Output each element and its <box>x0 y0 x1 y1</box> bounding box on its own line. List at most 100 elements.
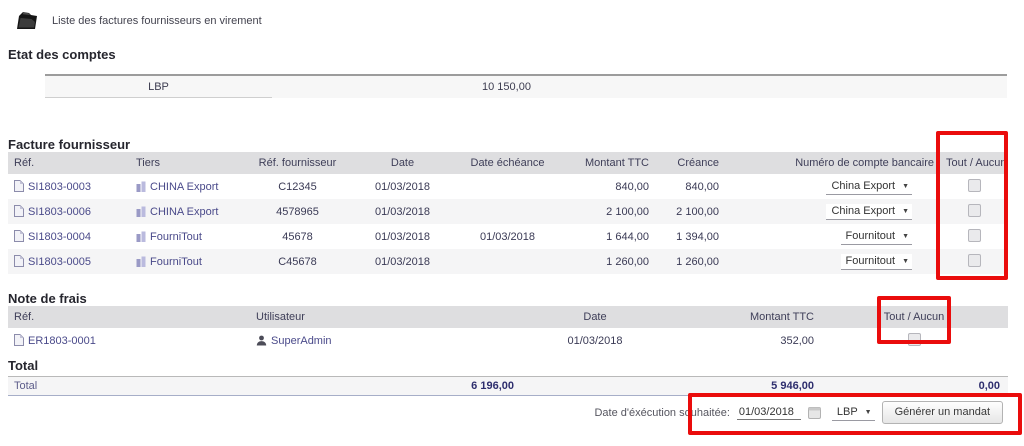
date-echeance-cell <box>460 174 555 199</box>
col-utilisateur: Utilisateur <box>250 306 500 328</box>
thirdparty-link[interactable]: FourniTout <box>150 256 202 268</box>
dropdown-arrow-icon: ▼ <box>902 257 909 265</box>
date-echeance-cell <box>460 249 555 274</box>
invoice-icon <box>14 230 24 242</box>
total-montant-ttc: 6 196,00 <box>100 376 520 396</box>
invoice-row: SI1803-0004 FourniTout 45678 01/03/2018 … <box>8 224 1008 249</box>
date-cell: 01/03/2018 <box>374 230 431 243</box>
col-tout-aucun[interactable]: Tout / Aucun <box>820 306 1008 328</box>
dropdown-arrow-icon: ▼ <box>902 182 909 190</box>
bank-account-select[interactable]: Fournitout ▼ <box>840 253 912 270</box>
col-montant-ttc: Montant TTC <box>690 306 820 328</box>
supplier-invoices-header-row: Réf. Tiers Réf. fournisseur Date Date éc… <box>8 152 1008 174</box>
montant-ttc-cell: 2 100,00 <box>555 199 655 224</box>
thirdparty-link[interactable]: CHINA Export <box>150 206 218 218</box>
ref-fournisseur-cell: C12345 <box>278 180 317 193</box>
company-icon <box>136 206 146 217</box>
creance-cell: 1 260,00 <box>655 249 725 274</box>
account-balance: 10 150,00 <box>272 75 1007 98</box>
account-label: LBP <box>45 75 272 98</box>
total-label: Total <box>8 376 100 396</box>
col-date-echeance: Date échéance <box>460 152 555 174</box>
company-icon <box>136 256 146 267</box>
account-select[interactable]: LBP ▼ <box>831 404 875 421</box>
row-checkbox[interactable] <box>967 253 981 267</box>
invoice-icon <box>14 180 24 192</box>
supplier-invoices-table: Réf. Tiers Réf. fournisseur Date Date éc… <box>8 152 1008 274</box>
dropdown-arrow-icon: ▼ <box>902 232 909 240</box>
col-ref-fournisseur: Réf. fournisseur <box>250 152 345 174</box>
date-cell: 01/03/2018 <box>345 249 460 274</box>
payment-folder-icon <box>14 10 38 31</box>
invoice-ref-link[interactable]: SI1803-0006 <box>28 206 91 218</box>
invoice-row: SI1803-0006 CHINA Export 4578965 01/03/2… <box>8 199 1008 224</box>
invoice-ref-link[interactable]: SI1803-0004 <box>28 231 91 243</box>
totals-row: Total 6 196,00 5 946,00 0,00 <box>8 376 1008 396</box>
montant-ttc-cell: 352,00 <box>780 334 814 347</box>
col-montant-ttc: Montant TTC <box>555 152 655 174</box>
col-ref: Réf. <box>8 152 130 174</box>
page-title: Liste des factures fournisseurs en virem… <box>52 14 262 27</box>
total-selected: 0,00 <box>820 376 1008 396</box>
creance-cell: 840,00 <box>685 180 719 193</box>
date-cell: 01/03/2018 <box>567 334 623 347</box>
invoice-row: SI1803-0005 FourniTout C45678 01/03/2018… <box>8 249 1008 274</box>
dropdown-arrow-icon: ▼ <box>902 207 909 215</box>
expense-reports-header-row: Réf. Utilisateur Date Montant TTC Tout /… <box>8 306 1008 328</box>
col-tiers: Tiers <box>130 152 250 174</box>
date-echeance-cell <box>460 199 555 224</box>
expense-reports-table: Réf. Utilisateur Date Montant TTC Tout /… <box>8 306 1008 353</box>
invoice-ref-link[interactable]: SI1803-0003 <box>28 181 91 193</box>
montant-ttc-cell: 1 644,00 <box>606 230 649 243</box>
ref-fournisseur-cell: C45678 <box>250 249 345 274</box>
invoice-icon <box>14 205 24 217</box>
montant-ttc-cell: 840,00 <box>615 180 649 193</box>
calendar-icon[interactable] <box>807 406 821 419</box>
accounts-table: LBP 10 150,00 <box>45 74 1007 98</box>
ref-fournisseur-cell: 4578965 <box>250 199 345 224</box>
execution-date-input[interactable] <box>736 405 801 420</box>
date-cell: 01/03/2018 <box>374 180 431 193</box>
date-echeance-cell: 01/03/2018 <box>479 230 536 243</box>
date-cell: 01/03/2018 <box>345 199 460 224</box>
expense-icon <box>14 334 24 346</box>
invoice-icon <box>14 255 24 267</box>
col-tout-aucun[interactable]: Tout / Aucun <box>940 152 1008 174</box>
account-row: LBP 10 150,00 <box>45 75 1007 98</box>
company-icon <box>136 231 146 242</box>
col-date: Date <box>345 152 460 174</box>
row-checkbox[interactable] <box>967 178 981 192</box>
page-header: Liste des factures fournisseurs en virem… <box>0 0 1024 31</box>
bank-account-select[interactable]: China Export ▼ <box>826 178 912 195</box>
row-checkbox[interactable] <box>967 228 981 242</box>
user-link[interactable]: SuperAdmin <box>271 335 332 347</box>
user-icon <box>256 335 267 346</box>
bank-account-select[interactable]: China Export ▼ <box>826 203 912 220</box>
creance-cell: 1 394,00 <box>676 230 719 243</box>
accounts-section-heading: Etat des comptes <box>8 47 116 62</box>
total-creance: 5 946,00 <box>520 376 820 396</box>
supplier-invoices-heading: Facture fournisseur <box>8 137 131 152</box>
row-checkbox[interactable] <box>967 203 981 217</box>
bank-account-select[interactable]: Fournitout ▼ <box>840 228 912 245</box>
execution-date-label: Date d'éxécution souhaitée: <box>594 406 730 419</box>
thirdparty-link[interactable]: FourniTout <box>150 231 202 243</box>
expense-ref-link[interactable]: ER1803-0001 <box>28 335 96 347</box>
expense-row: ER1803-0001 SuperAdmin 01/03/2018 352,00 <box>8 328 1008 353</box>
company-icon <box>136 181 146 192</box>
generate-mandate-button[interactable]: Générer un mandat <box>881 401 1003 424</box>
thirdparty-link[interactable]: CHINA Export <box>150 181 218 193</box>
col-compte-bancaire: Numéro de compte bancaire <box>725 152 940 174</box>
invoice-ref-link[interactable]: SI1803-0005 <box>28 256 91 268</box>
invoice-row: SI1803-0003 CHINA Export C12345 01/03/20… <box>8 174 1008 199</box>
creance-cell: 2 100,00 <box>655 199 725 224</box>
totals-table: Total 6 196,00 5 946,00 0,00 <box>8 376 1008 396</box>
col-ref: Réf. <box>8 306 250 328</box>
dropdown-arrow-icon: ▼ <box>864 408 872 416</box>
generate-mandate-bar: Date d'éxécution souhaitée: LBP▼ Générer… <box>594 401 1003 424</box>
expense-reports-heading: Note de frais <box>8 291 87 306</box>
col-creance: Créance <box>655 152 725 174</box>
total-section-heading: Total <box>8 358 39 373</box>
row-checkbox[interactable] <box>907 332 921 346</box>
col-date: Date <box>500 306 690 328</box>
